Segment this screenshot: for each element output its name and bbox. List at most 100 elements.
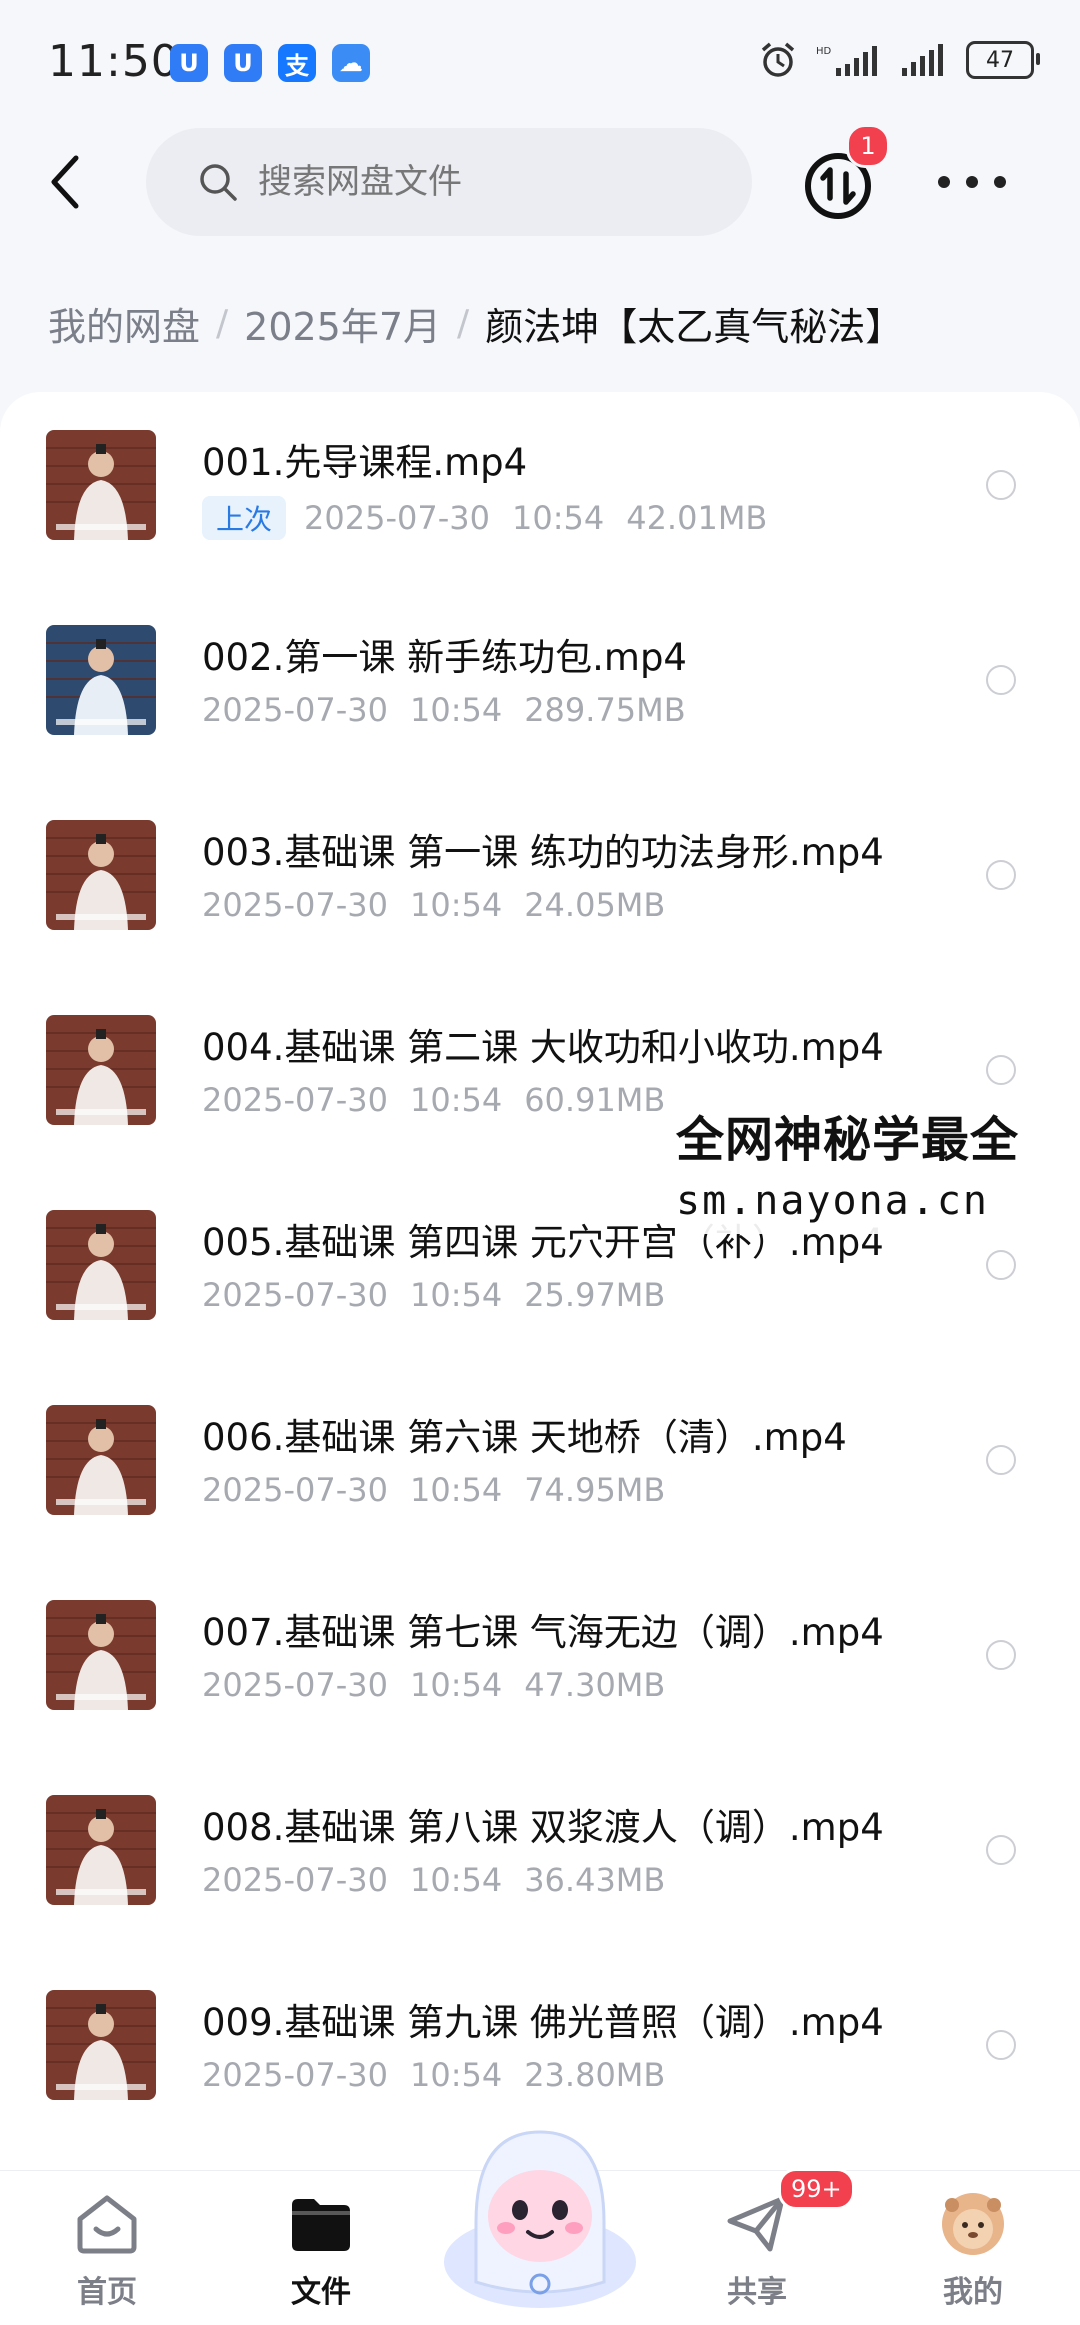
folder-icon — [292, 2199, 350, 2251]
file-time: 10:54 — [409, 1081, 503, 1119]
file-size: 60.91MB — [524, 1081, 666, 1119]
file-name: 001.先导课程.mp4 — [202, 441, 528, 484]
file-name: 006.基础课 第六课 天地桥（清）.mp4 — [202, 1416, 847, 1459]
svg-text:HD: HD — [816, 46, 832, 57]
baidu-netdisk-icon: U — [170, 44, 208, 82]
file-row[interactable]: 001.先导课程.mp4 上次 2025-07-30 10:54 42.01MB — [0, 392, 1080, 587]
select-radio[interactable] — [986, 1835, 1016, 1865]
file-size: 42.01MB — [626, 499, 768, 537]
select-radio[interactable] — [986, 1445, 1016, 1475]
select-radio[interactable] — [986, 1640, 1016, 1670]
more-dot-icon — [994, 176, 1006, 188]
status-app-icons: U U 支 ☁ — [170, 44, 370, 82]
video-thumbnail-image — [46, 1015, 156, 1125]
file-name: 007.基础课 第七课 气海无边（调）.mp4 — [202, 1611, 884, 1654]
video-thumbnail-image — [46, 1405, 156, 1515]
file-name: 009.基础课 第九课 佛光普照（调）.mp4 — [202, 2001, 884, 2044]
video-thumbnail — [46, 625, 156, 735]
breadcrumb-separator: / — [457, 303, 470, 344]
select-radio[interactable] — [986, 2030, 1016, 2060]
more-dot-icon — [966, 176, 978, 188]
transfer-badge: 1 — [846, 124, 890, 168]
file-size: 47.30MB — [524, 1666, 666, 1704]
search-input[interactable] — [256, 161, 700, 203]
select-radio[interactable] — [986, 665, 1016, 695]
select-radio[interactable] — [986, 470, 1016, 500]
video-thumbnail — [46, 1600, 156, 1710]
status-time: 11:50 — [48, 36, 180, 87]
battery-indicator: 47 — [966, 41, 1040, 79]
file-row[interactable]: 007.基础课 第七课 气海无边（调）.mp4 2025-07-30 10:54 47… — [0, 1562, 1080, 1757]
file-row[interactable]: 002.第一课 新手练功包.mp4 2025-07-30 10:54 289.75MB — [0, 587, 1080, 782]
video-thumbnail — [46, 1795, 156, 1905]
back-button[interactable] — [40, 150, 90, 214]
share-badge: 99+ — [778, 2168, 855, 2210]
file-time: 10:54 — [409, 1276, 503, 1314]
watermark-line1: 全网神秘学最全 — [676, 1112, 1020, 1168]
nav-share-label: 共享 — [727, 2275, 787, 2310]
file-meta: 2025-07-30 10:54 23.80MB — [202, 2056, 665, 2094]
file-row[interactable]: 003.基础课 第一课 练功的功法身形.mp4 2025-07-30 10:54 24… — [0, 782, 1080, 977]
watermark: 全网神秘学最全 sm.nayona.cn — [676, 1096, 1024, 1234]
select-radio[interactable] — [986, 860, 1016, 890]
file-meta: 2025-07-30 10:54 24.05MB — [202, 886, 665, 924]
video-thumbnail — [46, 1405, 156, 1515]
file-row[interactable]: 006.基础课 第六课 天地桥（清）.mp4 2025-07-30 10:54 74.… — [0, 1367, 1080, 1562]
file-date: 2025-07-30 — [202, 1666, 388, 1704]
file-meta: 2025-07-30 10:54 289.75MB — [202, 691, 686, 729]
baidu-netdisk-icon-2: U — [224, 44, 262, 82]
file-name: 002.第一课 新手练功包.mp4 — [202, 636, 687, 679]
nav-files-label: 文件 — [291, 2275, 351, 2310]
chevron-left-icon — [51, 155, 79, 209]
video-thumbnail — [46, 1990, 156, 2100]
video-thumbnail-image — [46, 1600, 156, 1710]
file-date: 2025-07-30 — [202, 886, 388, 924]
nav-home[interactable]: 首页 — [32, 2189, 182, 2311]
home-icon — [77, 2195, 137, 2254]
file-name: 004.基础课 第二课 大收功和小收功.mp4 — [202, 1026, 884, 1069]
search-icon — [200, 164, 237, 201]
file-time: 10:54 — [409, 691, 503, 729]
file-date: 2025-07-30 — [202, 1471, 388, 1509]
weather-icon: ☁ — [332, 44, 370, 82]
paper-plane-icon — [727, 2196, 785, 2252]
nav-mine[interactable]: 我的 — [898, 2189, 1048, 2311]
status-right: HD 47 — [758, 40, 1040, 80]
breadcrumb-root[interactable]: 我的网盘 — [48, 296, 200, 351]
video-thumbnail — [46, 430, 156, 540]
breadcrumb-current: 颜法坤【太乙真气秘法】 — [485, 305, 904, 349]
mascot-icon — [444, 2130, 636, 2308]
video-thumbnail-image — [46, 1795, 156, 1905]
signal-2-icon — [902, 44, 943, 76]
file-time: 10:54 — [409, 1666, 503, 1704]
select-radio[interactable] — [986, 1250, 1016, 1280]
video-thumbnail — [46, 1015, 156, 1125]
file-date: 2025-07-30 — [202, 1276, 388, 1314]
video-thumbnail-image — [46, 625, 156, 735]
video-thumbnail-image — [46, 1210, 156, 1320]
file-time: 10:54 — [511, 499, 605, 537]
alipay-icon: 支 — [278, 44, 316, 82]
file-size: 289.75MB — [524, 691, 686, 729]
signal-icon: HD — [816, 46, 877, 76]
file-size: 24.05MB — [524, 886, 666, 924]
file-meta: 2025-07-30 10:54 74.95MB — [202, 1471, 665, 1509]
more-options-button[interactable] — [938, 160, 1006, 204]
video-thumbnail-image — [46, 820, 156, 930]
watermark-line2: sm.nayona.cn — [676, 1178, 989, 1224]
file-row[interactable]: 008.基础课 第八课 双浆渡人（调）.mp4 2025-07-30 10:54 36… — [0, 1757, 1080, 1952]
assistant-mascot-button[interactable] — [436, 2112, 644, 2312]
file-time: 10:54 — [409, 886, 503, 924]
file-date: 2025-07-30 — [202, 2056, 388, 2094]
file-name: 008.基础课 第八课 双浆渡人（调）.mp4 — [202, 1806, 884, 1849]
nav-mine-label: 我的 — [943, 2275, 1003, 2310]
video-thumbnail-image — [46, 430, 156, 540]
file-size: 23.80MB — [524, 2056, 666, 2094]
file-size: 25.97MB — [524, 1276, 666, 1314]
breadcrumb-folder[interactable]: 2025年7月 — [244, 296, 441, 351]
breadcrumb: 我的网盘 / 2025年7月 / 颜法坤【太乙真气秘法】 — [48, 296, 903, 351]
select-radio[interactable] — [986, 1055, 1016, 1085]
nav-files[interactable]: 文件 — [246, 2189, 396, 2311]
avatar — [942, 2193, 1004, 2255]
search-bar[interactable] — [146, 128, 752, 236]
